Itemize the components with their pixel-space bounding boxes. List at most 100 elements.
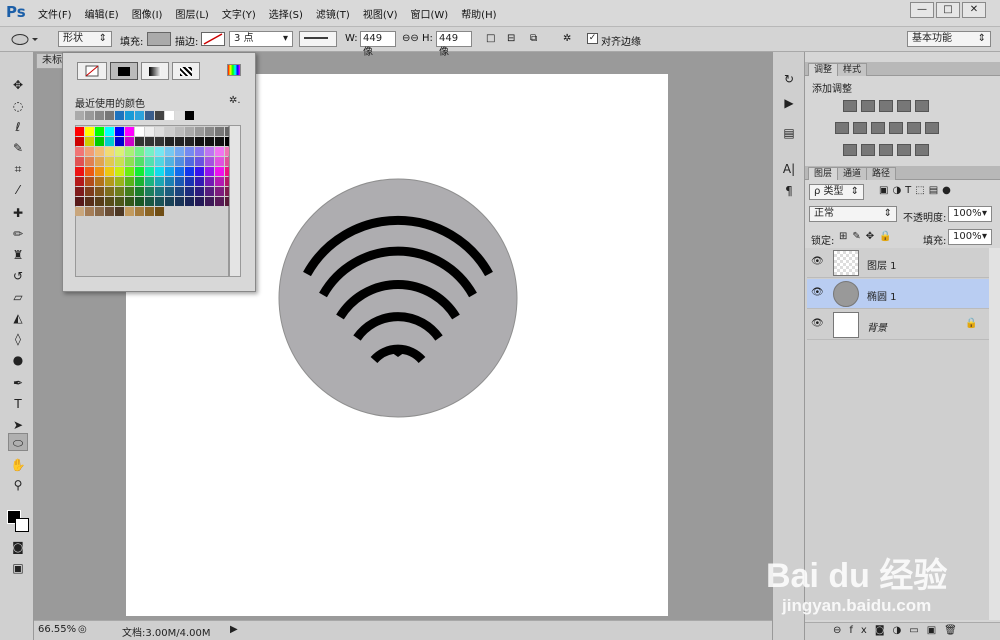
- path-selection-icon[interactable]: ➤: [8, 416, 28, 434]
- gear-icon[interactable]: ✲.: [229, 95, 241, 106]
- tab-layers[interactable]: 图层: [808, 167, 839, 180]
- color-swatch[interactable]: [85, 197, 94, 206]
- color-swatch[interactable]: [165, 197, 174, 206]
- lasso-icon[interactable]: ℓ: [8, 118, 28, 136]
- color-swatch[interactable]: [125, 157, 134, 166]
- color-swatch[interactable]: [155, 127, 164, 136]
- menu-image[interactable]: 图像(I): [132, 6, 163, 21]
- selective-color-icon[interactable]: [897, 144, 911, 156]
- photo-filter-icon[interactable]: [889, 122, 903, 134]
- menu-edit[interactable]: 编辑(E): [85, 6, 119, 21]
- color-swatch[interactable]: [165, 127, 174, 136]
- color-swatch[interactable]: [95, 147, 104, 156]
- ellipse-tool-preset-icon[interactable]: [10, 33, 38, 46]
- color-swatch[interactable]: [105, 187, 114, 196]
- align-edges-checkbox[interactable]: ✓: [587, 33, 598, 44]
- move-tool-icon[interactable]: ✥: [8, 76, 28, 94]
- color-swatch[interactable]: [85, 147, 94, 156]
- color-swatch[interactable]: [85, 127, 94, 136]
- tab-paths[interactable]: 路径: [866, 167, 897, 180]
- color-swatch[interactable]: [75, 127, 84, 136]
- clone-stamp-icon[interactable]: ♜: [8, 246, 28, 264]
- color-swatch[interactable]: [165, 177, 174, 186]
- menu-select[interactable]: 选择(S): [269, 6, 303, 21]
- color-swatch[interactable]: [145, 137, 154, 146]
- eye-icon[interactable]: 👁: [811, 318, 824, 329]
- color-swatch[interactable]: [85, 167, 94, 176]
- link-icon[interactable]: ⊖⊖: [402, 33, 419, 44]
- color-swatch[interactable]: [135, 177, 144, 186]
- paint-bucket-icon[interactable]: ◭: [8, 309, 28, 327]
- properties-panel-icon[interactable]: ▤: [779, 124, 799, 142]
- blur-icon[interactable]: ◊: [8, 330, 28, 348]
- color-swatch[interactable]: [95, 137, 104, 146]
- pattern-button[interactable]: [172, 62, 200, 80]
- screen-mode-icon[interactable]: ▣: [8, 559, 28, 577]
- color-swatch[interactable]: [185, 157, 194, 166]
- eraser-icon[interactable]: ▱: [8, 288, 28, 306]
- color-swatch[interactable]: [155, 177, 164, 186]
- color-swatch[interactable]: [125, 147, 134, 156]
- color-swatch[interactable]: [145, 197, 154, 206]
- color-swatch[interactable]: [195, 177, 204, 186]
- color-swatch[interactable]: [75, 147, 84, 156]
- stroke-width-input[interactable]: 3 点 ▾: [229, 31, 293, 47]
- tab-styles[interactable]: 样式: [837, 63, 868, 76]
- color-swatch[interactable]: [215, 127, 224, 136]
- color-swatch[interactable]: [185, 147, 194, 156]
- color-swatch[interactable]: [145, 207, 154, 216]
- recent-color-swatch[interactable]: [155, 111, 164, 120]
- path-alignment-icon[interactable]: ⊟: [507, 33, 515, 44]
- color-picker-icon[interactable]: [227, 64, 241, 76]
- recent-color-swatch[interactable]: [85, 111, 94, 120]
- height-input[interactable]: 449 像: [436, 31, 472, 58]
- color-swatch[interactable]: [195, 137, 204, 146]
- recent-color-swatch[interactable]: [185, 111, 194, 120]
- color-swatch[interactable]: [115, 177, 124, 186]
- recent-color-swatch[interactable]: [175, 111, 184, 120]
- color-swatch[interactable]: [135, 147, 144, 156]
- color-swatch[interactable]: [95, 127, 104, 136]
- gradient-map-icon[interactable]: [915, 144, 929, 156]
- color-swatch[interactable]: [185, 187, 194, 196]
- black-white-icon[interactable]: [871, 122, 885, 134]
- ellipse-tool-icon[interactable]: ⬭: [8, 433, 28, 451]
- color-swatch[interactable]: [115, 137, 124, 146]
- menu-file[interactable]: 文件(F): [38, 6, 72, 21]
- color-swatch[interactable]: [125, 177, 134, 186]
- color-swatch[interactable]: [95, 157, 104, 166]
- layer-row[interactable]: 👁 图层 1: [807, 248, 989, 278]
- eyedropper-icon[interactable]: ⁄: [8, 181, 28, 199]
- color-swatch[interactable]: [85, 177, 94, 186]
- color-swatch[interactable]: [95, 177, 104, 186]
- layers-scrollbar[interactable]: [989, 248, 1000, 620]
- width-input[interactable]: 449 像: [360, 31, 396, 58]
- color-swatch[interactable]: [185, 177, 194, 186]
- color-swatch[interactable]: [125, 167, 134, 176]
- color-balance-icon[interactable]: [853, 122, 867, 134]
- character-panel-icon[interactable]: A|: [779, 160, 799, 178]
- quick-mask-icon[interactable]: ◙: [8, 538, 28, 556]
- color-swatch[interactable]: [105, 207, 114, 216]
- lock-icons[interactable]: ⊞✎✥🔒: [839, 231, 897, 242]
- color-swatch[interactable]: [215, 157, 224, 166]
- color-swatch[interactable]: [205, 137, 214, 146]
- menu-type[interactable]: 文字(Y): [222, 6, 256, 21]
- color-swatch[interactable]: [175, 197, 184, 206]
- layer-filter-icons[interactable]: ▣◑T⬚▤●: [879, 185, 955, 196]
- color-swatch[interactable]: [85, 207, 94, 216]
- color-swatch[interactable]: [145, 177, 154, 186]
- color-swatch[interactable]: [95, 167, 104, 176]
- layer-filter-select[interactable]: ρ 类型 ⇕: [809, 184, 864, 200]
- path-operations-icon[interactable]: □: [486, 33, 495, 44]
- menu-window[interactable]: 窗口(W): [410, 6, 448, 21]
- color-swatch[interactable]: [115, 187, 124, 196]
- brightness-icon[interactable]: [843, 100, 857, 112]
- color-swatch[interactable]: [85, 157, 94, 166]
- threshold-icon[interactable]: [879, 144, 893, 156]
- recent-color-swatch[interactable]: [145, 111, 154, 120]
- color-swatch[interactable]: [195, 167, 204, 176]
- blend-mode-select[interactable]: 正常 ⇕: [809, 206, 897, 222]
- color-swatch[interactable]: [195, 147, 204, 156]
- color-swatch[interactable]: [185, 167, 194, 176]
